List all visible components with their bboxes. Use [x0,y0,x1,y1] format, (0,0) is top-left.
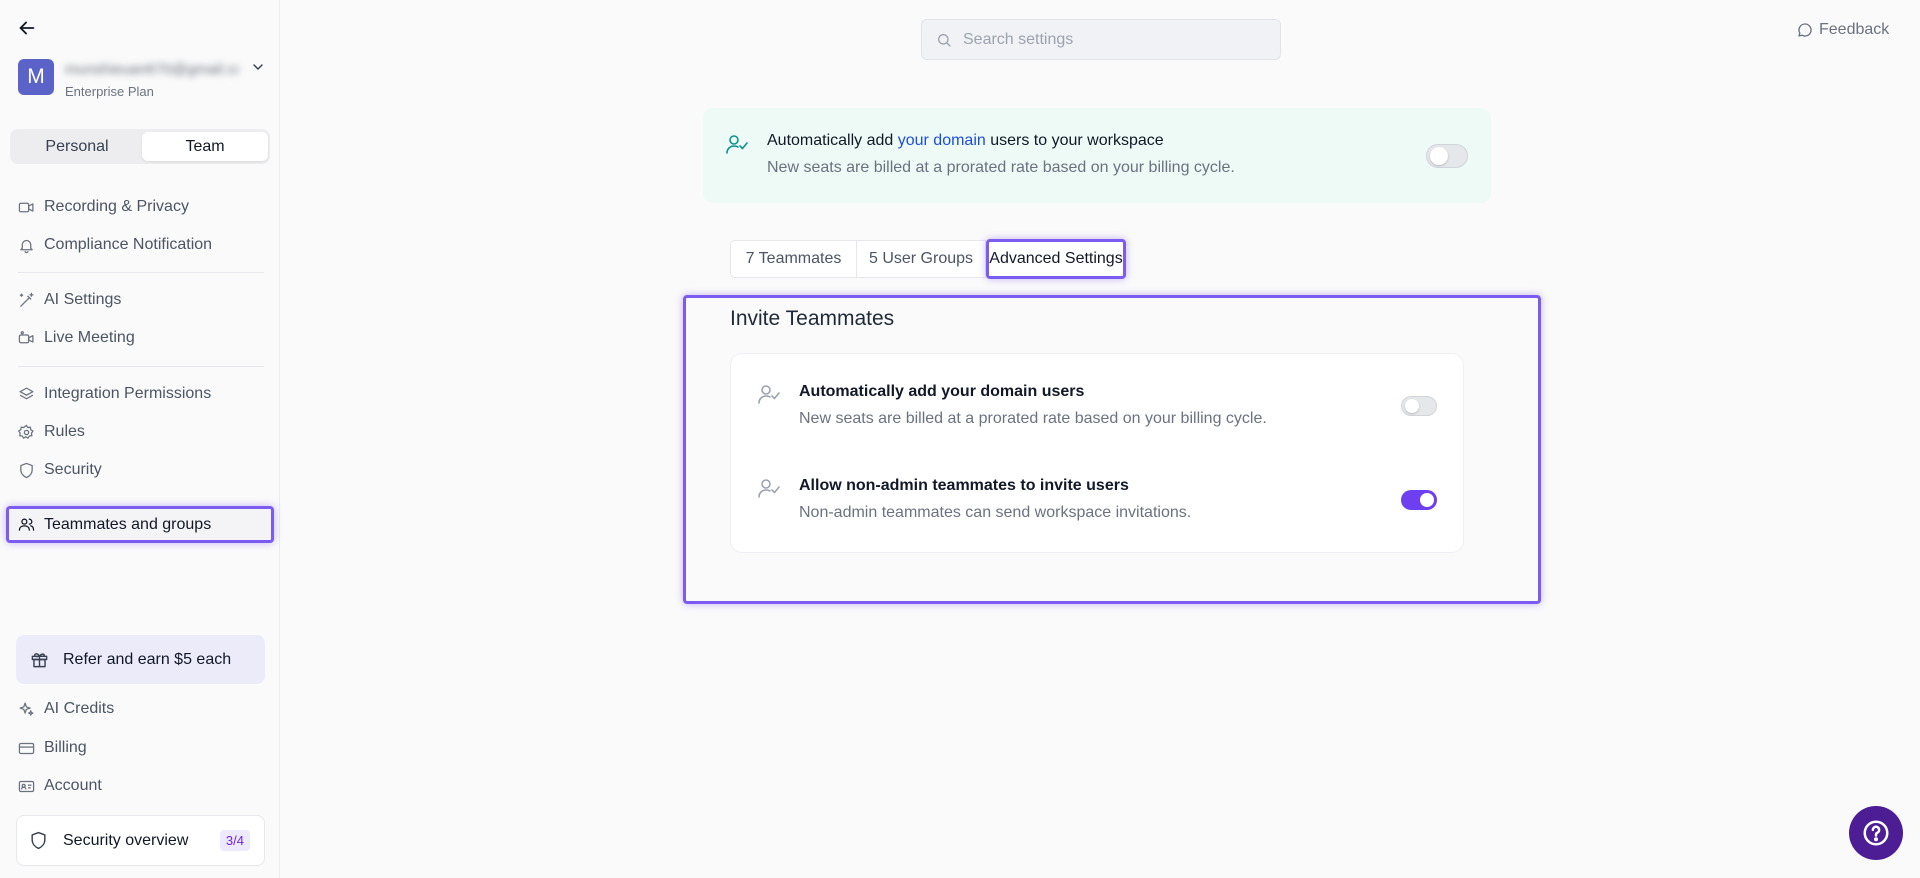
avatar: M [18,59,54,95]
user-check-icon [757,382,781,406]
bell-icon [18,237,35,254]
sidebar-item-teammates-and-groups[interactable]: Teammates and groups [6,506,274,543]
sidebar-item-ai-settings[interactable]: AI Settings [8,283,272,317]
sidebar-item-label: Billing [44,739,87,756]
sidebar-item-label: Live Meeting [44,329,135,346]
sidebar-item-label: AI Credits [44,700,115,717]
setting-title: Automatically add your domain users [799,383,1085,400]
security-overview-button[interactable]: Security overview 3/4 [16,815,265,866]
account-email: munshieuan670@gmail.com [65,61,239,78]
divider [18,366,264,367]
search-input[interactable] [963,30,1263,49]
sidebar-item-label: Security [44,461,102,478]
scope-team-button[interactable]: Team [142,132,268,161]
security-progress-badge: 3/4 [219,830,250,851]
setting-description: New seats are billed at a prorated rate … [799,410,1267,427]
scope-personal-button[interactable]: Personal [14,132,140,161]
scope-toggle: Personal Team [10,129,270,164]
banner-auto-add-toggle[interactable] [1426,144,1468,168]
user-check-icon [725,132,749,156]
sidebar-item-account[interactable]: Account [8,769,272,803]
feedback-label: Feedback [1819,21,1890,38]
your-domain-link[interactable]: your domain [898,132,986,149]
sidebar-item-compliance-notification[interactable]: Compliance Notification [8,228,272,262]
sidebar-item-security[interactable]: Security [8,453,272,487]
security-overview-label: Security overview [63,831,189,849]
sidebar-item-rules[interactable]: Rules [8,415,272,449]
toggle-knob [1405,399,1419,413]
section-title: Invite Teammates [730,307,895,330]
gift-icon [30,650,49,669]
tab-user-groups[interactable]: 5 User Groups [856,240,986,278]
tab-teammates[interactable]: 7 Teammates [730,240,857,278]
video-icon [18,199,35,216]
banner-title: Automatically add your domain users to y… [767,132,1164,150]
sidebar-item-label: Account [44,777,102,794]
sidebar-item-label: Teammates and groups [44,515,212,533]
gear-icon [18,424,35,441]
domain-users-banner: Automatically add your domain users to y… [703,108,1491,203]
search-bar [921,19,1281,60]
sidebar-item-live-meeting[interactable]: Live Meeting [8,321,272,355]
sidebar-item-label: AI Settings [44,291,122,308]
magic-wand-icon [18,292,35,309]
setting-row-auto-add: Automatically add your domain users New … [731,354,1465,448]
sidebar-item-label: Compliance Notification [44,236,213,253]
id-card-icon [18,778,35,795]
banner-title-prefix: Automatically add [767,132,898,149]
sidebar-item-billing[interactable]: Billing [8,731,272,765]
video-live-icon [18,330,35,347]
user-check-icon [757,476,781,500]
help-button[interactable] [1849,806,1903,860]
chevron-down-icon[interactable] [250,59,266,75]
sidebar-item-ai-credits[interactable]: AI Credits [8,692,272,726]
users-icon [18,516,35,533]
sidebar: M munshieuan670@gmail.com Enterprise Pla… [0,0,280,878]
shield-icon [18,462,35,479]
sidebar-item-label: Recording & Privacy [44,198,189,215]
account-switcher[interactable]: M munshieuan670@gmail.com Enterprise Pla… [18,59,268,101]
tab-advanced-settings[interactable]: Advanced Settings [986,239,1126,279]
refer-label: Refer and earn $5 each [63,650,232,668]
banner-description: New seats are billed at a prorated rate … [767,159,1235,176]
toggle-knob [1430,147,1448,165]
sidebar-item-label: Rules [44,423,85,440]
shield-icon [29,831,48,850]
layers-icon [18,386,35,403]
back-arrow-icon[interactable] [16,17,38,39]
invite-settings-card: Automatically add your domain users New … [730,353,1464,553]
question-circle-icon [1861,818,1891,848]
chat-bubble-icon [1797,22,1813,38]
setting-row-non-admin-invite: Allow non-admin teammates to invite user… [731,448,1465,542]
refer-and-earn-button[interactable]: Refer and earn $5 each [16,635,265,684]
sparkle-icon [18,701,35,718]
credit-card-icon [18,740,35,757]
search-icon [936,32,952,48]
sidebar-item-label: Integration Permissions [44,385,212,402]
banner-title-suffix: users to your workspace [985,132,1164,149]
account-plan: Enterprise Plan [65,84,154,99]
sidebar-item-integration-permissions[interactable]: Integration Permissions [8,377,272,411]
feedback-link[interactable]: Feedback [1797,21,1889,39]
setting-title: Allow non-admin teammates to invite user… [799,477,1129,494]
setting-description: Non-admin teammates can send workspace i… [799,504,1192,521]
toggle-knob [1420,493,1434,507]
divider [18,272,264,273]
sidebar-item-recording-privacy[interactable]: Recording & Privacy [8,190,272,224]
auto-add-domain-users-toggle[interactable] [1401,396,1437,416]
non-admin-invite-toggle[interactable] [1401,490,1437,510]
